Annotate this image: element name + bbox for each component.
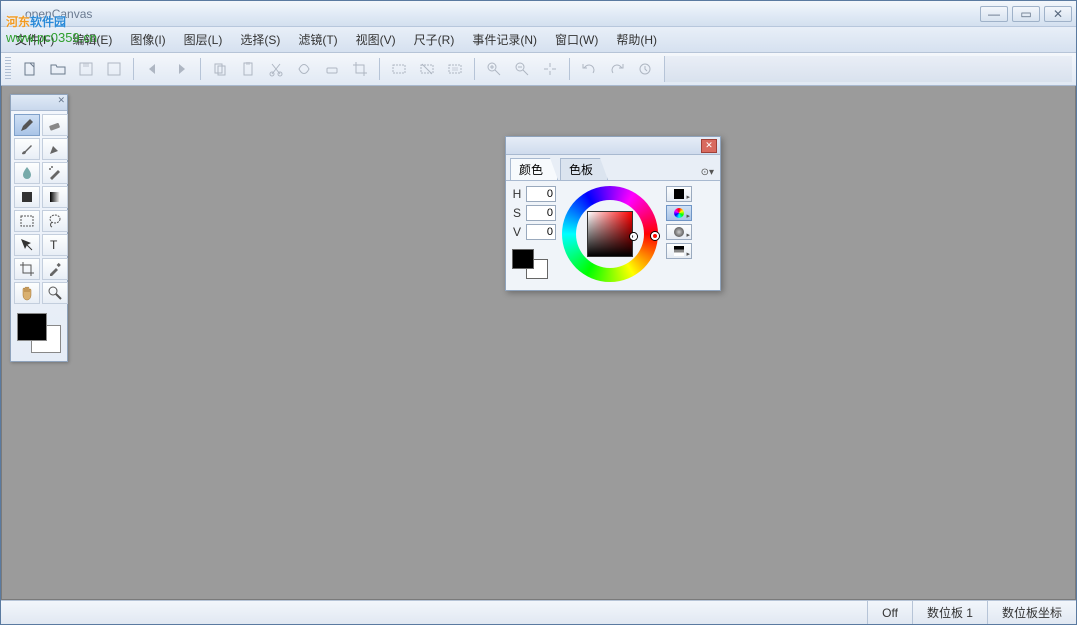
history-button xyxy=(632,56,658,82)
menu-edit[interactable]: 编辑(E) xyxy=(64,28,120,51)
next-button xyxy=(168,56,194,82)
main-toolbar xyxy=(1,53,1076,86)
deselect-button xyxy=(414,56,440,82)
move-tool-button[interactable] xyxy=(14,234,40,256)
status-coords: 数位板坐标 xyxy=(987,601,1076,624)
value-input[interactable] xyxy=(526,224,556,240)
crop-toolbar-button xyxy=(347,56,373,82)
color-mode-wheel-button[interactable]: ▸ xyxy=(666,205,692,221)
menu-events[interactable]: 事件记录(N) xyxy=(464,28,545,51)
color-mode-bars-button[interactable]: ▸ xyxy=(666,243,692,259)
prev-button xyxy=(140,56,166,82)
invert-select-button xyxy=(442,56,468,82)
swatch-tab[interactable]: 色板 xyxy=(560,158,608,180)
clear-button xyxy=(291,56,317,82)
blur-tool-button[interactable] xyxy=(14,162,40,184)
saturation-label: S xyxy=(512,206,522,220)
window-titlebar: openCanvas — ▭ ✕ xyxy=(1,1,1076,27)
status-tablet: 数位板 1 xyxy=(912,601,987,624)
lasso-tool-button[interactable] xyxy=(42,210,68,232)
text-tool-button[interactable]: T xyxy=(42,234,68,256)
open-file-button[interactable] xyxy=(45,56,71,82)
menu-help[interactable]: 帮助(H) xyxy=(608,28,665,51)
menu-window[interactable]: 窗口(W) xyxy=(547,28,606,51)
window-close-button[interactable]: ✕ xyxy=(1044,6,1072,22)
value-label: V xyxy=(512,225,522,239)
menu-filter[interactable]: 滤镜(T) xyxy=(290,28,345,51)
menu-ruler[interactable]: 尺子(R) xyxy=(406,28,463,51)
menu-layer[interactable]: 图层(L) xyxy=(176,28,231,51)
rect-select-tool-button[interactable] xyxy=(14,210,40,232)
hue-label: H xyxy=(512,187,522,201)
gradient-tool-button[interactable] xyxy=(42,186,68,208)
crop-tool-button[interactable] xyxy=(14,258,40,280)
undo-button xyxy=(576,56,602,82)
saturation-input[interactable] xyxy=(526,205,556,221)
color-panel-titlebar[interactable]: ✕ xyxy=(506,137,720,155)
color-mode-square-button[interactable]: ▸ xyxy=(666,186,692,202)
status-off: Off xyxy=(867,601,912,624)
pen-tool-button[interactable] xyxy=(42,138,68,160)
toolbar-grip[interactable] xyxy=(5,57,11,81)
fit-screen-button xyxy=(537,56,563,82)
menu-view[interactable]: 视图(V) xyxy=(348,28,404,51)
menu-select[interactable]: 选择(S) xyxy=(232,28,288,51)
color-wheel-picker[interactable] xyxy=(562,186,658,282)
foreground-color-swatch[interactable] xyxy=(17,313,47,341)
brush-tool-button[interactable] xyxy=(14,138,40,160)
tool-palette-titlebar[interactable] xyxy=(11,95,67,111)
new-file-button[interactable] xyxy=(17,56,43,82)
color-panel-swatch[interactable] xyxy=(512,249,548,279)
zoom-in-button xyxy=(481,56,507,82)
color-panel-menu-button[interactable]: ⊙▾ xyxy=(699,167,716,178)
color-swatch-toggle[interactable] xyxy=(17,313,61,353)
tool-palette-panel[interactable]: T xyxy=(10,94,68,362)
redo-button xyxy=(604,56,630,82)
eraser-tool-button[interactable] xyxy=(42,114,68,136)
window-maximize-button[interactable]: ▭ xyxy=(1012,6,1040,22)
status-bar: Off 数位板 1 数位板坐标 xyxy=(1,600,1076,624)
select-rect-button xyxy=(386,56,412,82)
window-title: openCanvas xyxy=(3,7,980,21)
copy-button xyxy=(207,56,233,82)
hand-tool-button[interactable] xyxy=(14,282,40,304)
svg-text:T: T xyxy=(50,238,58,252)
color-panel-close-button[interactable]: ✕ xyxy=(701,139,717,153)
menu-file[interactable]: 文件(F) xyxy=(7,28,62,51)
airbrush-tool-button[interactable] xyxy=(42,162,68,184)
eyedropper-tool-button[interactable] xyxy=(42,258,68,280)
color-panel[interactable]: ✕ 颜色 色板 ⊙▾ H S V xyxy=(505,136,721,291)
zoom-tool-button[interactable] xyxy=(42,282,68,304)
color-mode-gray-button[interactable]: ▸ xyxy=(666,224,692,240)
menu-image[interactable]: 图像(I) xyxy=(122,28,173,51)
fill-tool-button[interactable] xyxy=(14,186,40,208)
cut-button xyxy=(263,56,289,82)
paste-button xyxy=(235,56,261,82)
hue-input[interactable] xyxy=(526,186,556,202)
window-minimize-button[interactable]: — xyxy=(980,6,1008,22)
color-tab[interactable]: 颜色 xyxy=(510,158,558,180)
save-as-button xyxy=(101,56,127,82)
zoom-out-button xyxy=(509,56,535,82)
save-button xyxy=(73,56,99,82)
eraser-toolbar-button xyxy=(319,56,345,82)
workspace-canvas-area[interactable]: T ✕ 颜色 色板 ⊙▾ xyxy=(1,86,1076,600)
pencil-tool-button[interactable] xyxy=(14,114,40,136)
menubar: 文件(F) 编辑(E) 图像(I) 图层(L) 选择(S) 滤镜(T) 视图(V… xyxy=(1,27,1076,53)
